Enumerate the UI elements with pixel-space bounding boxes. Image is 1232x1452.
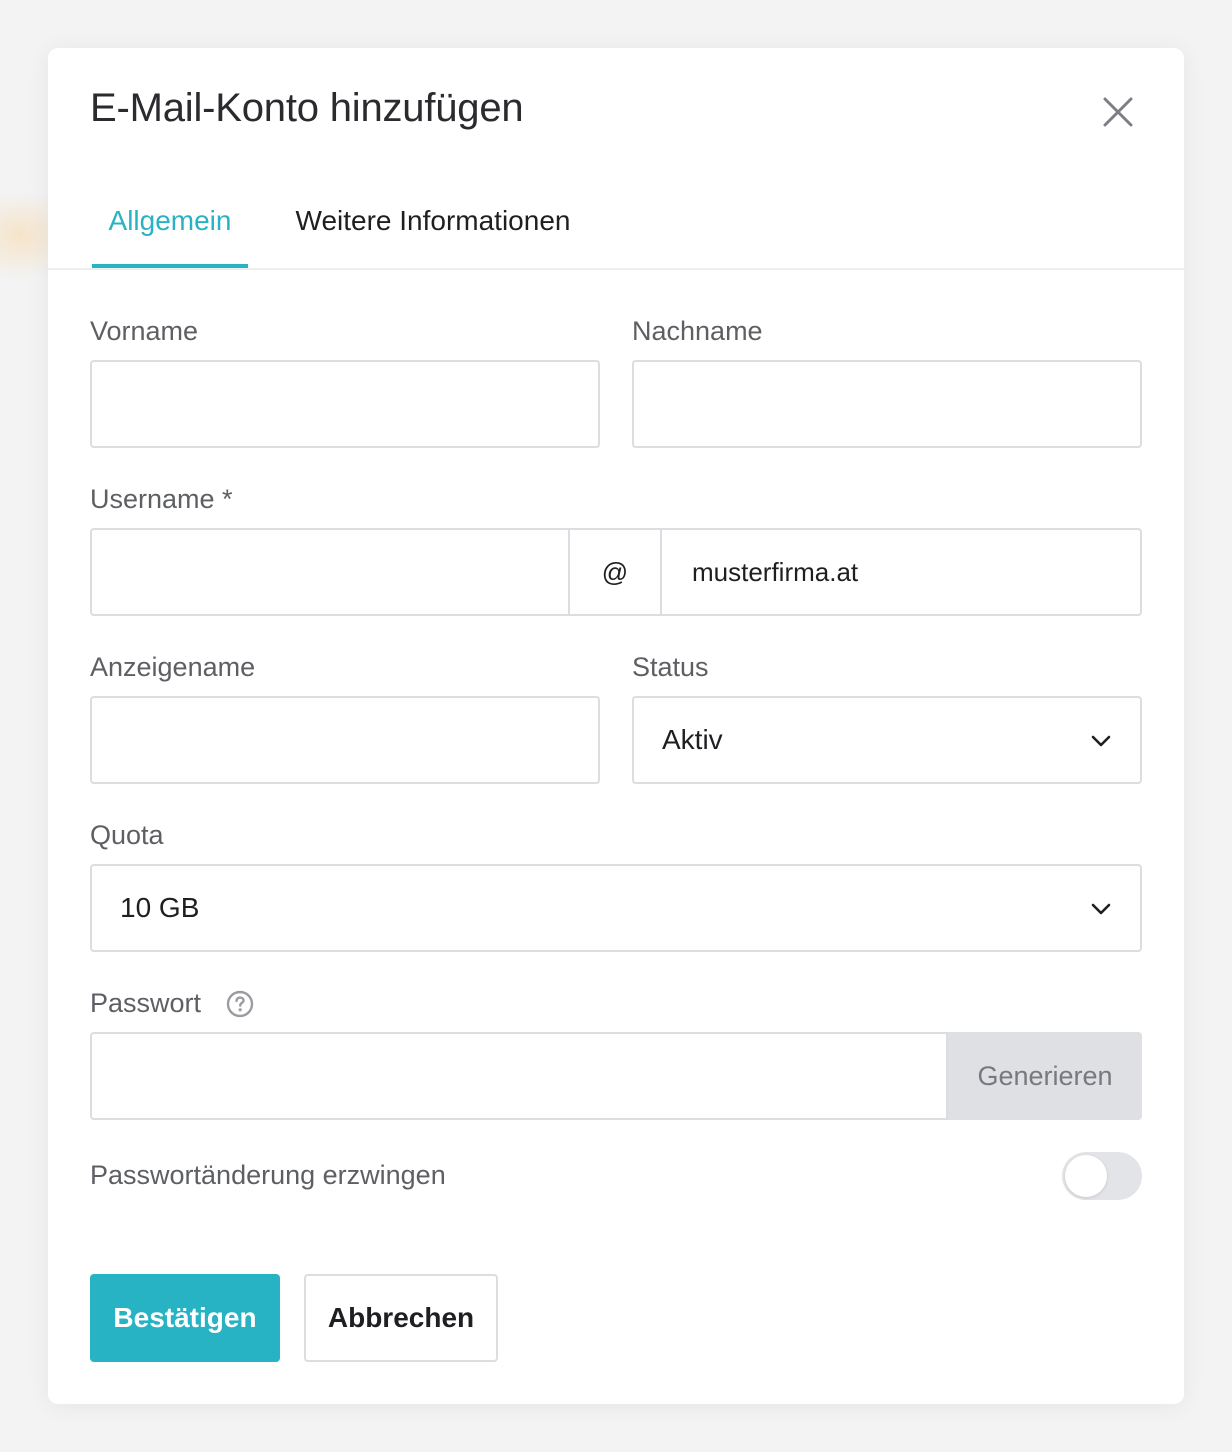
quota-label: Quota [90,820,164,850]
question-circle-icon[interactable] [226,990,254,1018]
domain-input[interactable]: musterfirma.at [660,528,1142,616]
dialog-title: E-Mail-Konto hinzufügen [90,86,524,130]
force-change-toggle[interactable] [1062,1152,1142,1200]
vorname-label: Vorname [90,316,199,346]
anzeigename-label: Anzeigename [90,652,256,682]
username-input[interactable] [90,528,570,616]
status-label: Status [632,652,709,682]
status-selected-value: Aktiv [662,724,723,755]
anzeigename-input[interactable] [90,696,600,784]
tab-allgemein[interactable]: Allgemein [92,198,248,268]
username-label: Username * [90,484,233,514]
generate-password-button[interactable]: Generieren [948,1032,1142,1120]
passwort-label: Passwort [90,988,202,1018]
chevron-down-icon [1091,735,1111,747]
close-button[interactable] [1098,92,1138,132]
vorname-input[interactable] [90,360,600,448]
confirm-button[interactable]: Bestätigen [90,1274,280,1362]
close-icon [1103,97,1133,127]
quota-selected-value: 10 GB [120,892,200,923]
nachname-input[interactable] [632,360,1142,448]
chevron-down-icon [1091,903,1111,915]
cancel-button[interactable]: Abbrechen [304,1274,498,1362]
toggle-knob [1065,1155,1107,1197]
status-select[interactable]: Aktiv [632,696,1142,784]
tab-bar: Allgemein Weitere Informationen [48,198,1184,270]
at-symbol-addon: @ [568,528,662,616]
tab-weitere-informationen[interactable]: Weitere Informationen [288,198,578,268]
passwort-input[interactable] [90,1032,948,1120]
nachname-label: Nachname [632,316,763,346]
force-change-label: Passwortänderung erzwingen [90,1160,446,1190]
add-email-account-dialog: E-Mail-Konto hinzufügen Allgemein Weiter… [48,48,1184,1404]
quota-select[interactable]: 10 GB [90,864,1142,952]
